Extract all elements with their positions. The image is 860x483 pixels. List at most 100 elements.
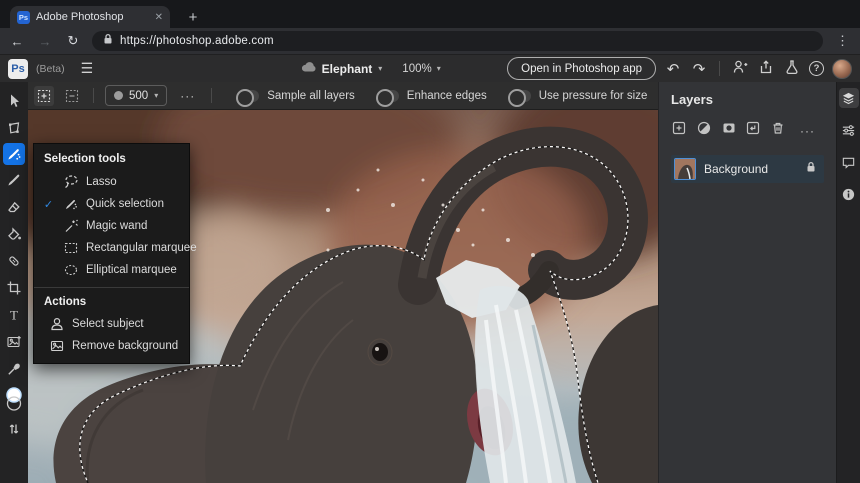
info-panel-icon[interactable] xyxy=(839,184,859,204)
lock-icon xyxy=(103,32,113,50)
quick-selection-tool[interactable] xyxy=(3,143,25,165)
divider xyxy=(719,61,720,76)
browser-toolbar: ← → ↻ https://photoshop.adobe.com ⋮ xyxy=(0,28,860,54)
eraser-tool[interactable] xyxy=(2,195,26,219)
zoom-menu[interactable]: 100% ▾ xyxy=(402,63,440,75)
layers-panel-title: Layers xyxy=(671,92,824,107)
subtract-from-selection-icon[interactable] xyxy=(62,86,82,106)
spot-heal-tool[interactable] xyxy=(2,249,26,273)
url-bar[interactable]: https://photoshop.adobe.com xyxy=(92,31,823,51)
layers-panel-actions: ··· xyxy=(671,120,824,141)
toggle-sample-all-layers[interactable]: Sample all layers xyxy=(237,90,355,102)
toggle-switch-icon[interactable] xyxy=(237,90,259,102)
layers-more-icon[interactable]: ··· xyxy=(795,124,820,138)
document-name: Elephant xyxy=(322,62,373,76)
center-area: 500 ▾ ··· Sample all layers Enhance edge… xyxy=(28,82,658,483)
brush-tool[interactable] xyxy=(2,168,26,192)
layer-thumbnail xyxy=(674,158,696,180)
eyedropper-tool[interactable] xyxy=(2,357,26,381)
flyout-action-select-subject[interactable]: Select subject xyxy=(34,313,189,335)
svg-text:T: T xyxy=(10,308,18,323)
layers-panel-icon[interactable] xyxy=(839,88,859,108)
layer-row-background[interactable]: Background xyxy=(671,155,824,183)
close-tab-icon[interactable]: ✕ xyxy=(155,12,163,23)
toggle-enhance-edges[interactable]: Enhance edges xyxy=(377,90,487,102)
cloud-sync-icon xyxy=(300,59,316,78)
flyout-title: Selection tools xyxy=(34,144,189,171)
beaker-icon[interactable] xyxy=(783,59,801,79)
brush-size-preview-icon xyxy=(114,91,123,100)
new-tab-button[interactable]: + xyxy=(182,6,204,28)
adjustments-panel-icon[interactable] xyxy=(839,120,859,140)
zoom-level: 100% xyxy=(402,63,431,75)
browser-menu-icon[interactable]: ⋮ xyxy=(833,33,852,49)
url-text: https://photoshop.adobe.com xyxy=(120,35,274,47)
divider xyxy=(93,88,94,103)
lasso-icon xyxy=(62,174,79,190)
flyout-action-remove-background[interactable]: Remove background xyxy=(34,335,189,357)
add-to-selection-icon[interactable] xyxy=(34,86,54,106)
ps-logo: Ps xyxy=(8,59,28,79)
delete-layer-icon[interactable] xyxy=(770,120,786,141)
lock-icon[interactable] xyxy=(806,160,816,178)
avatar[interactable] xyxy=(832,59,852,79)
share-icon[interactable] xyxy=(757,59,775,79)
hamburger-menu-icon[interactable]: ☰ xyxy=(81,60,94,77)
flyout-item-magic-wand[interactable]: Magic wand xyxy=(34,215,189,237)
chevron-down-icon: ▾ xyxy=(154,91,158,100)
open-in-photoshop-app-button[interactable]: Open in Photoshop app xyxy=(507,57,656,80)
layer-mask-icon[interactable] xyxy=(721,120,737,141)
move-tool[interactable] xyxy=(2,89,26,113)
app-window: Ps Adobe Photoshop ✕ + ← → ↻ https://pho… xyxy=(0,0,860,483)
fill-tool[interactable] xyxy=(2,222,26,246)
browser-tab[interactable]: Ps Adobe Photoshop ✕ xyxy=(10,6,170,28)
magic-wand-icon xyxy=(62,218,79,234)
quick-selection-icon xyxy=(62,196,79,212)
checkmark-icon: ✓ xyxy=(42,198,55,211)
adjustment-icon[interactable] xyxy=(696,120,712,141)
ps-header: Ps (Beta) ☰ Elephant ▾ 100% ▾ Open in Ph… xyxy=(0,54,860,82)
add-layer-icon[interactable] xyxy=(671,120,687,141)
select-subject-icon xyxy=(48,316,65,332)
document-menu[interactable]: Elephant ▾ xyxy=(300,59,383,78)
flyout-item-quick-selection[interactable]: ✓ Quick selection xyxy=(34,193,189,215)
swap-colors-icon[interactable] xyxy=(2,417,26,441)
ps-favicon-icon: Ps xyxy=(17,11,30,24)
flyout-item-lasso[interactable]: Lasso xyxy=(34,171,189,193)
comments-panel-icon[interactable] xyxy=(839,152,859,172)
more-options-icon[interactable]: ··· xyxy=(175,89,200,103)
color-swatch[interactable] xyxy=(2,384,26,414)
flyout-item-elliptical-marquee[interactable]: Elliptical marquee xyxy=(34,259,189,281)
toggle-use-pressure-for-size[interactable]: Use pressure for size xyxy=(509,90,648,102)
clipping-mask-icon[interactable] xyxy=(745,120,761,141)
help-icon[interactable]: ? xyxy=(809,61,824,76)
flyout-actions-title: Actions xyxy=(34,287,189,313)
browser-tabstrip: Ps Adobe Photoshop ✕ + xyxy=(0,0,860,28)
transform-tool[interactable] xyxy=(2,116,26,140)
tab-title: Adobe Photoshop xyxy=(36,11,149,23)
undo-icon[interactable]: ↶ xyxy=(664,60,682,78)
toggle-switch-icon[interactable] xyxy=(377,90,399,102)
left-toolbar: T xyxy=(0,82,28,483)
redo-icon[interactable]: ↷ xyxy=(690,60,708,78)
beta-label: (Beta) xyxy=(36,63,65,75)
brush-size-dropdown[interactable]: 500 ▾ xyxy=(105,85,167,106)
brush-size-value: 500 xyxy=(129,90,148,102)
elliptical-marquee-icon xyxy=(62,262,79,278)
options-bar: 500 ▾ ··· Sample all layers Enhance edge… xyxy=(28,82,658,110)
place-image-tool[interactable] xyxy=(2,330,26,354)
toggle-switch-icon[interactable] xyxy=(509,90,531,102)
chevron-down-icon: ▾ xyxy=(378,64,382,73)
layer-name: Background xyxy=(704,162,798,176)
flyout-item-rectangular-marquee[interactable]: Rectangular marquee xyxy=(34,237,189,259)
layers-panel: Layers ··· Background xyxy=(658,82,836,483)
remove-background-icon xyxy=(48,338,65,354)
forward-icon[interactable]: → xyxy=(36,34,54,49)
crop-tool[interactable] xyxy=(2,276,26,300)
type-tool[interactable]: T xyxy=(2,303,26,327)
back-icon[interactable]: ← xyxy=(8,34,26,49)
invite-user-icon[interactable] xyxy=(731,59,749,79)
chevron-down-icon: ▾ xyxy=(437,64,441,73)
selection-tools-flyout: Selection tools Lasso ✓ Quick selection xyxy=(33,143,190,364)
reload-icon[interactable]: ↻ xyxy=(64,33,82,49)
